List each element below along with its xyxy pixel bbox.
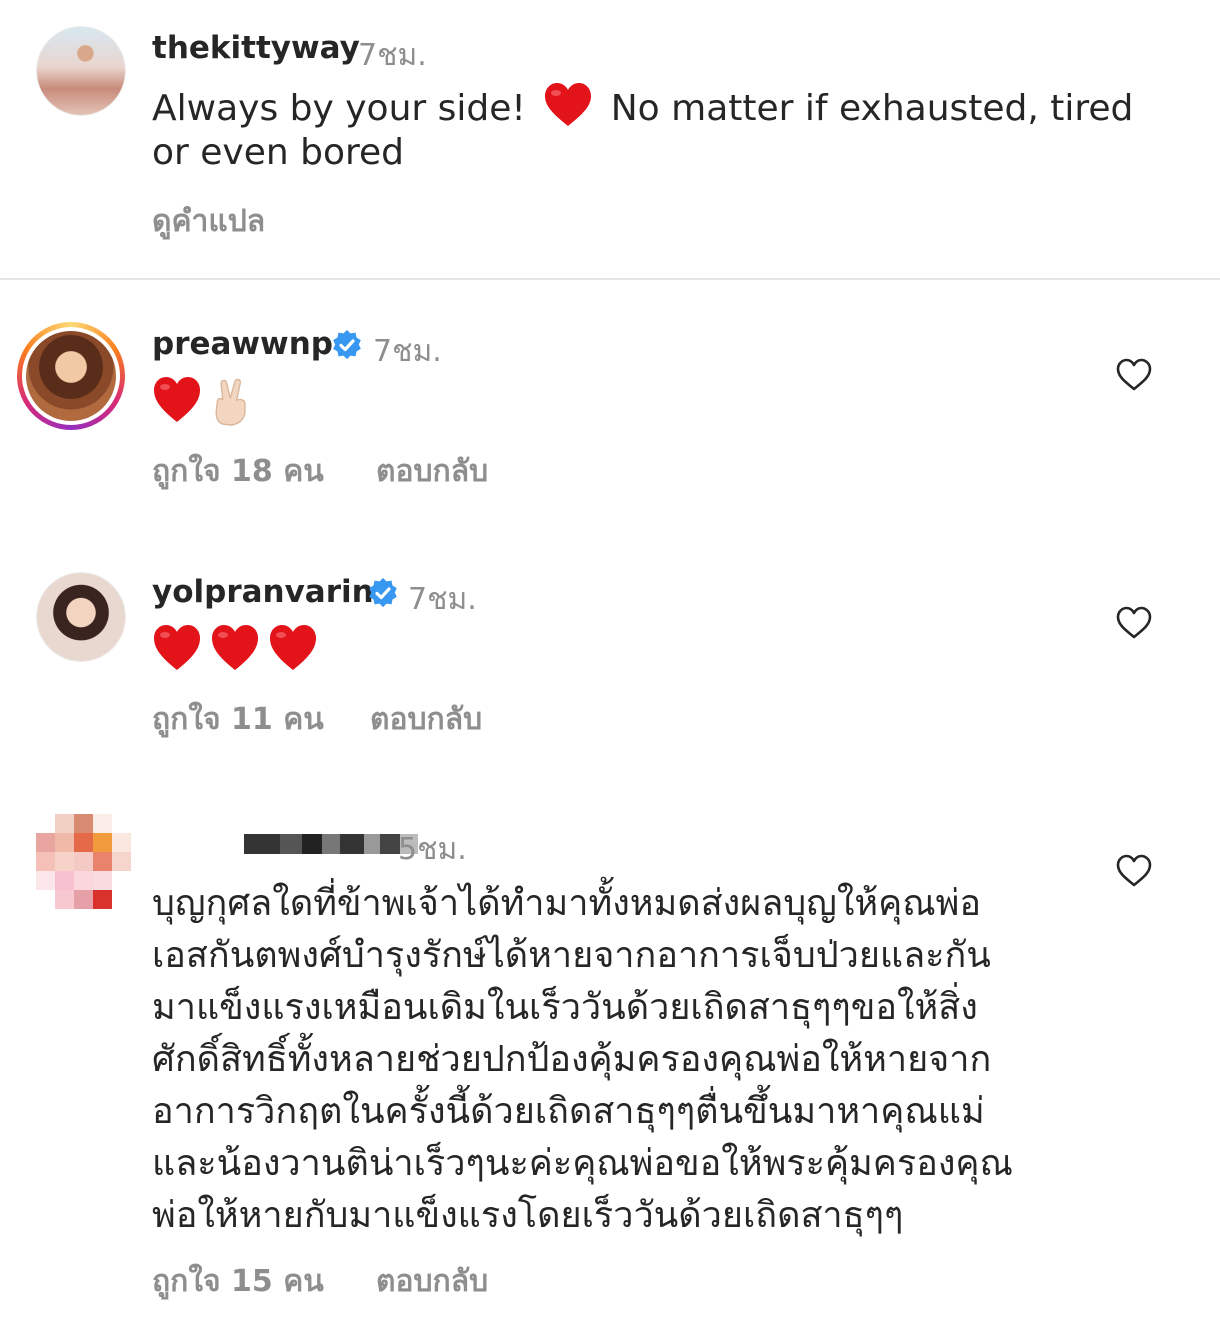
likes-count[interactable]: ถูกใจ 18 คน [152, 448, 324, 495]
verified-badge-icon [333, 330, 361, 360]
comment-line: มาแข็งแรงเหมือนเดิมในเร็ววันด้วยเถิดสาธุ… [152, 987, 978, 1028]
comment-line: และน้องวานติน่าเร็วๆนะค่ะคุณพ่อขอให้พระค… [152, 1143, 1013, 1184]
comment-line: บุญกุศลใดที่ข้าพเจ้าได้ทำมาทั้งหมดส่งผลบ… [152, 883, 981, 924]
avatar[interactable] [36, 26, 126, 116]
comment-text: Always by your side! No matter if exhaus… [152, 82, 1152, 175]
likes-count[interactable]: ถูกใจ 11 คน [152, 696, 324, 743]
comment-preawwnp: preawwnp 7ชม. ถูกใจ 18 คน ตอบกลับ [0, 280, 1220, 520]
heart-emoji-icon [154, 377, 200, 422]
heart-emoji-icon [270, 625, 316, 670]
comment-text: บุญกุศลใดที่ข้าพเจ้าได้ทำมาทั้งหมดส่งผลบ… [152, 878, 1092, 1242]
comment-emojis [152, 376, 256, 428]
heart-emoji-icon [545, 83, 592, 126]
comment-text-part: Always by your side! [152, 88, 526, 129]
comment-text-part: No matter if exhausted, tired [610, 88, 1134, 129]
username[interactable]: thekittyway [152, 30, 360, 66]
heart-emoji-icon [154, 625, 200, 670]
likes-count[interactable]: ถูกใจ 15 คน [152, 1258, 324, 1305]
redacted-username [244, 834, 418, 854]
reply-button[interactable]: ตอบกลับ [376, 448, 488, 495]
avatar-story-ring[interactable] [17, 322, 125, 430]
comment-thekittyway: thekittyway 7ชม. Always by your side! No… [0, 0, 1220, 278]
comment-line: พ่อให้หายกับมาแข็งแรงโดยเร็ววันด้วยเถิดส… [152, 1195, 904, 1236]
like-heart-icon[interactable] [1116, 854, 1152, 888]
avatar[interactable] [36, 572, 126, 662]
like-heart-icon[interactable] [1116, 606, 1152, 640]
comment-time: 7ชม. [408, 582, 477, 617]
comment-text-part: or even bored [152, 132, 405, 173]
victory-hand-icon [215, 378, 246, 426]
comment-emojis [152, 624, 318, 672]
verified-badge-icon [369, 578, 397, 608]
username[interactable]: preawwnp [152, 326, 333, 362]
comment-line: เอสกันตพงศ์บำรุงรักษ์ได้หายจากอาการเจ็บป… [152, 935, 991, 976]
comment-time: 7ชม. [373, 334, 442, 369]
username[interactable]: yolpranvarin [152, 574, 374, 610]
like-heart-icon[interactable] [1116, 358, 1152, 392]
comment-line: ศักดิ์สิทธิ์ทั้งหลายช่วยปกป้องคุ้มครองคุ… [152, 1039, 992, 1080]
reply-button[interactable]: ตอบกลับ [370, 696, 482, 743]
comment-time: 5ชม. [398, 832, 467, 867]
comment-line: อาการวิกฤตในครั้งนี้ด้วยเถิดสาธุๆๆตื่นขึ… [152, 1091, 985, 1132]
see-translation-link[interactable]: ดูคำแปล [152, 198, 265, 245]
comment-redacted-user: 5ชม. บุญกุศลใดที่ข้าพเจ้าได้ทำมาทั้งหมดส… [0, 776, 1220, 1336]
avatar-pixelated[interactable] [36, 814, 132, 910]
comment-yolpranvarin: yolpranvarin 7ชม. ถูกใจ 11 คน ตอบกลับ [0, 528, 1220, 768]
comment-time: 7ชม. [358, 38, 427, 73]
heart-emoji-icon [212, 625, 258, 670]
reply-button[interactable]: ตอบกลับ [376, 1258, 488, 1305]
